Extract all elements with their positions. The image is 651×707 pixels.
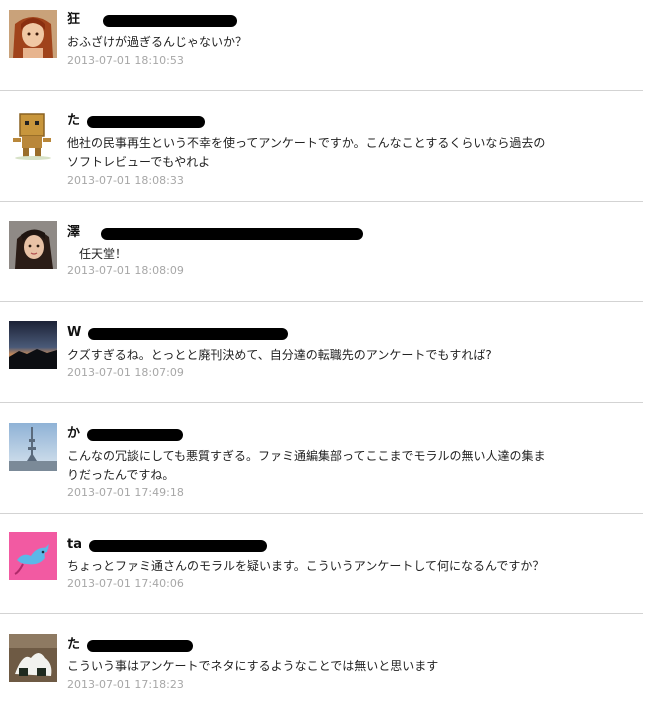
comment-text: おふざけが過ぎるんじゃないか？ [67, 35, 248, 49]
comment-item: か こんなの冗談にしても悪質すぎる。ファミ通編集部ってここまでモラルの無い人達の… [0, 403, 643, 513]
blue-bird-avatar[interactable] [9, 532, 57, 580]
redacted-name-mark [103, 15, 238, 27]
redacted-name-mark [89, 540, 268, 552]
comment-timestamp[interactable]: 2013-07-01 18:08:33 [67, 174, 184, 188]
author-name[interactable]: 澤 [67, 224, 80, 242]
comment-text: クズすぎるね。とっとと廃刊決めて、自分達の転職先のアンケートでもすれば? [67, 348, 492, 362]
comment-feed: 狂 おふざけが過ぎるんじゃないか？ 2013-07-01 18:10:53 た … [0, 0, 651, 707]
redacted-name-mark [101, 228, 364, 240]
comment-author[interactable]: た [67, 112, 206, 132]
comment-text: こういう事はアンケートでネタにするようなことでは無いと思います [67, 659, 439, 673]
redacted-name-mark [87, 640, 194, 652]
comment-timestamp[interactable]: 2013-07-01 17:18:23 [67, 678, 184, 692]
cardboard-robot-avatar[interactable] [9, 112, 57, 160]
redacted-name-mark [87, 116, 206, 128]
comment-timestamp[interactable]: 2013-07-01 17:40:06 [67, 577, 184, 591]
dusk-landscape-avatar[interactable] [9, 321, 57, 369]
comment-item: た こういう事はアンケートでネタにするようなことでは無いと思います 2013-0… [0, 614, 643, 707]
anime-portrait-avatar[interactable] [9, 10, 57, 58]
comment-author[interactable]: W [67, 324, 289, 344]
author-name[interactable]: ta [67, 536, 82, 554]
comment-item: 狂 おふざけが過ぎるんじゃないか？ 2013-07-01 18:10:53 [0, 0, 643, 90]
comment-author[interactable]: か [67, 425, 184, 445]
comment-timestamp[interactable]: 2013-07-01 18:08:09 [67, 264, 184, 278]
author-name[interactable]: た [67, 112, 80, 130]
rice-ball-avatar[interactable] [9, 634, 57, 682]
comment-text: ちょっとファミ通さんのモラルを疑います。こういうアンケートして何になるんですか？ [67, 559, 545, 573]
comment-item: W クズすぎるね。とっとと廃刊決めて、自分達の転職先のアンケートでもすれば? 2… [0, 302, 643, 402]
comment-text: こんなの冗談にしても悪質すぎる。ファミ通編集部ってここまでモラルの無い人達の集ま… [67, 449, 546, 482]
comment-author[interactable]: 狂 [67, 11, 238, 31]
comment-timestamp[interactable]: 2013-07-01 18:07:09 [67, 366, 184, 380]
comment-text: 他社の民事再生という不幸を使ってアンケートですか。こんなことするくらいなら過去の… [67, 136, 546, 169]
author-name[interactable]: W [67, 324, 81, 342]
comment-item: た 他社の民事再生という不幸を使ってアンケートですか。こんなことするくらいなら過… [0, 91, 643, 201]
redacted-name-mark [88, 328, 289, 340]
author-name[interactable]: 狂 [67, 11, 80, 29]
woman-photo-avatar[interactable] [9, 221, 57, 269]
comment-item: 澤 任天堂！ 2013-07-01 18:08:09 [0, 202, 643, 301]
comment-text: 任天堂！ [67, 247, 128, 261]
comment-author[interactable]: た [67, 636, 194, 656]
redacted-name-mark [87, 429, 184, 441]
comment-timestamp[interactable]: 2013-07-01 17:49:18 [67, 486, 184, 500]
author-name[interactable]: た [67, 636, 80, 654]
author-name[interactable]: か [67, 425, 80, 443]
comment-timestamp[interactable]: 2013-07-01 18:10:53 [67, 54, 184, 68]
comment-author[interactable]: 澤 [67, 224, 364, 244]
comment-author[interactable]: ta [67, 536, 268, 556]
comment-item: ta ちょっとファミ通さんのモラルを疑います。こういうアンケートして何になるんで… [0, 514, 643, 613]
tower-skyline-avatar[interactable] [9, 423, 57, 471]
